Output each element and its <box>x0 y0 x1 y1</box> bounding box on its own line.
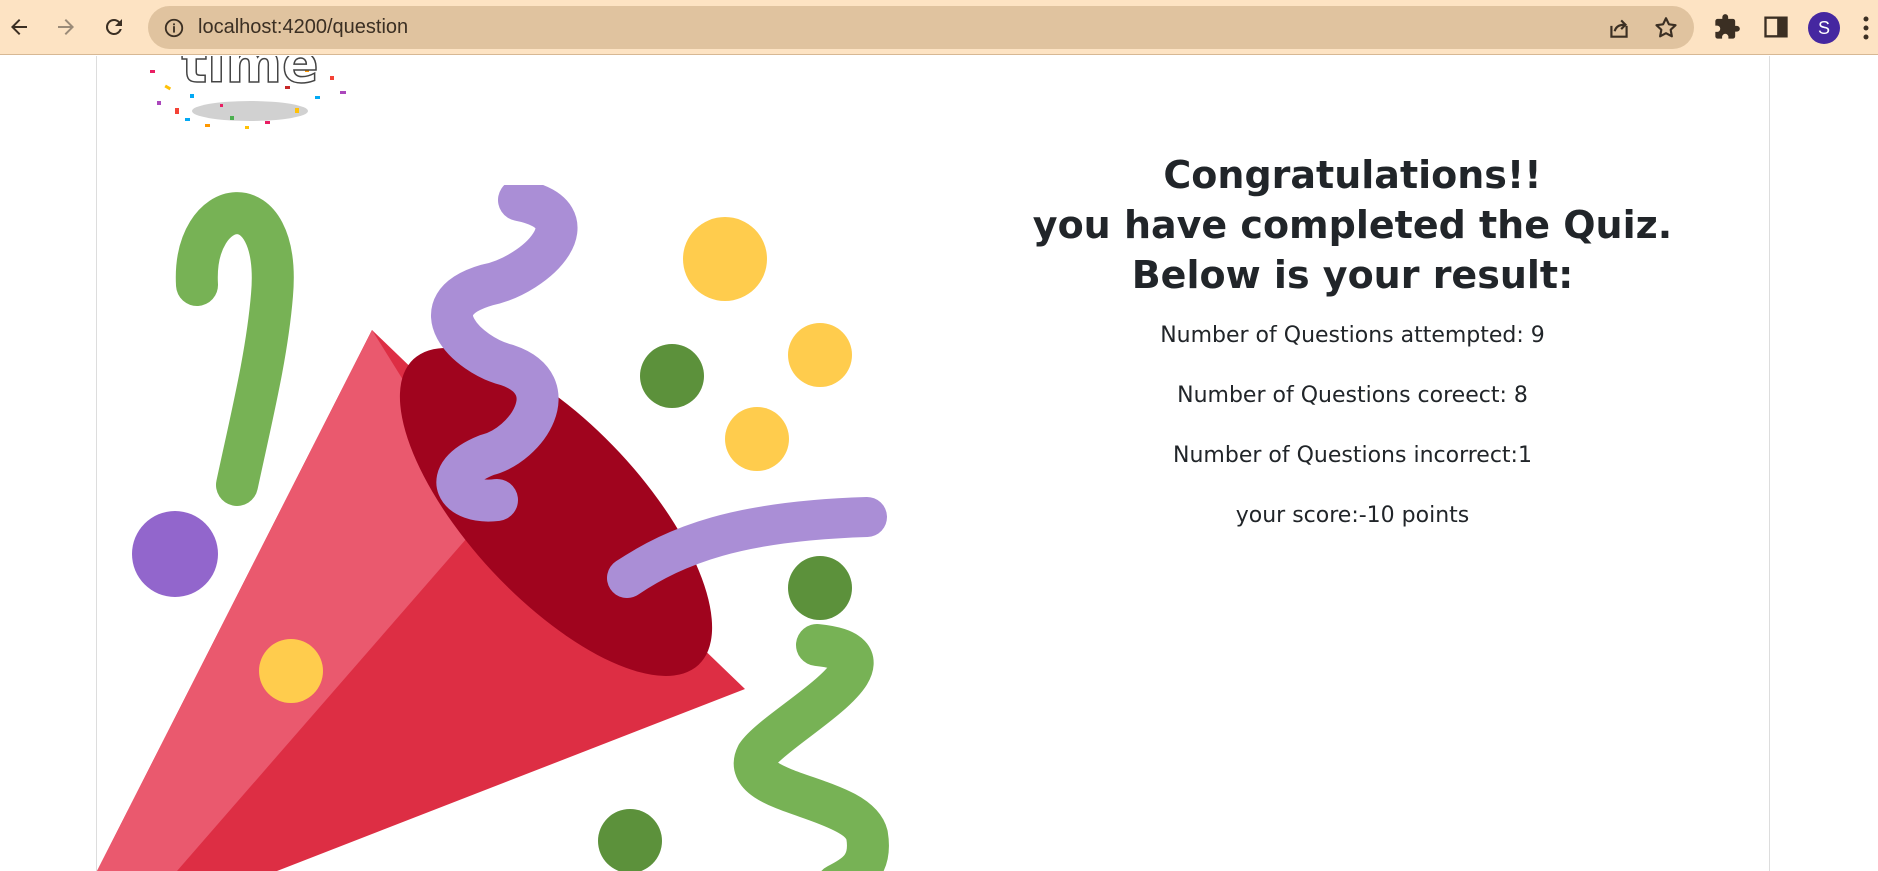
forward-button[interactable] <box>47 8 85 46</box>
star-icon[interactable] <box>1653 15 1679 41</box>
reload-icon <box>105 18 122 35</box>
side-panel-icon[interactable] <box>1762 13 1790 41</box>
browser-toolbar: localhost:4200/question S <box>0 0 1878 55</box>
url-text[interactable]: localhost:4200/question <box>198 6 408 49</box>
info-icon[interactable] <box>163 17 185 39</box>
profile-avatar[interactable]: S <box>1808 12 1840 44</box>
site-logo: time <box>145 56 355 131</box>
questions-attempted: Number of Questions attempted: 9 <box>1160 323 1545 348</box>
questions-correct: Number of Questions coreect: 8 <box>1177 383 1528 408</box>
logo-text: time <box>181 56 318 95</box>
confetti-logo-graphic: time <box>150 56 346 129</box>
heading-line-1: Congratulations!! <box>1163 153 1542 197</box>
forward-icon <box>58 19 74 35</box>
result-heading: Congratulations!! you have completed the… <box>1030 150 1675 300</box>
back-icon <box>11 19 27 35</box>
menu-icon[interactable] <box>1860 14 1872 42</box>
reload-button[interactable] <box>95 8 133 46</box>
back-button[interactable] <box>0 8 38 46</box>
quiz-result-panel: Congratulations!! you have completed the… <box>1030 150 1675 546</box>
questions-incorrect: Number of Questions incorrect:1 <box>1173 443 1532 468</box>
share-icon[interactable] <box>1606 15 1632 41</box>
party-popper-illustration <box>97 185 889 871</box>
heading-line-3: Below is your result: <box>1131 253 1574 297</box>
extensions-icon[interactable] <box>1713 13 1741 41</box>
heading-line-2: you have completed the Quiz. <box>1032 203 1673 247</box>
address-bar[interactable]: localhost:4200/question <box>148 6 1694 49</box>
score-text: your score:-10 points <box>1235 503 1470 528</box>
